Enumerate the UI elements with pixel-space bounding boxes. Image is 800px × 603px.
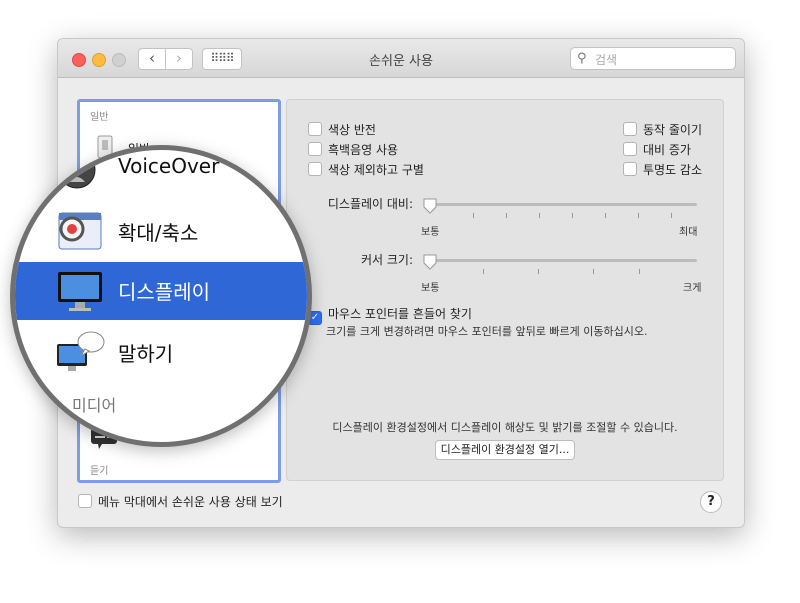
tick [593, 269, 594, 274]
invert-colors-checkbox[interactable]: 색상 반전 [308, 121, 376, 138]
magnifier-overlay: VoiceOver 확대/축소 디스플레이 말하기 미디어 [10, 145, 312, 447]
differentiate-checkbox[interactable]: 색상 제외하고 구별 [308, 161, 424, 178]
tick [639, 269, 640, 274]
cursor-size-track[interactable] [425, 259, 697, 262]
checkbox-box[interactable] [78, 494, 92, 508]
tick [473, 213, 474, 218]
mag-item-speech[interactable]: 말하기 [15, 324, 307, 382]
tick [638, 213, 639, 218]
tick [605, 213, 606, 218]
cursor-min-label: 보통 [421, 283, 440, 294]
invert-colors-label: 색상 반전 [328, 123, 376, 137]
cursor-max-label: 크게 [683, 283, 702, 294]
tick [539, 213, 540, 218]
mag-item-label: 말하기 [118, 342, 174, 366]
contrast-max-label: 최대 [679, 227, 698, 238]
mag-item-display[interactable]: 디스플레이 [15, 262, 307, 320]
contrast-slider-track[interactable] [425, 203, 697, 206]
checkbox-box[interactable] [308, 142, 322, 156]
increase-contrast-label: 대비 증가 [643, 143, 691, 157]
checkbox-box[interactable] [623, 122, 637, 136]
speech-icon [55, 330, 105, 376]
contrast-slider-label: 디스플레이 대비: [327, 197, 413, 211]
tick [671, 213, 672, 218]
menu-bar-status-label: 메뉴 막대에서 손쉬운 사용 상태 보기 [98, 495, 283, 509]
open-display-prefs-button[interactable]: 디스플레이 환경설정 열기... [435, 440, 575, 460]
checkbox-box[interactable] [623, 142, 637, 156]
mag-item-label: VoiceOver [118, 154, 220, 178]
zoom-icon [55, 209, 105, 255]
shake-cursor-description: 크기를 크게 변경하려면 마우스 포인터를 앞뒤로 빠르게 이동하십시오. [326, 325, 648, 338]
sidebar-header-general: 일반 [90, 112, 109, 123]
mag-header-media: 미디어 [72, 396, 117, 415]
contrast-min-label: 보통 [421, 227, 440, 238]
display-settings-panel: 색상 반전 흑백음영 사용 색상 제외하고 구별 동작 줄이기 대비 증가 투명… [286, 99, 724, 481]
cursor-size-thumb[interactable] [423, 254, 437, 270]
mag-item-label: 확대/축소 [118, 221, 199, 245]
checkbox-box[interactable] [308, 122, 322, 136]
reduce-motion-checkbox[interactable]: 동작 줄이기 [623, 121, 702, 138]
shake-cursor-checkbox[interactable]: ✓ 마우스 포인터를 흔들어 찾기 [308, 305, 472, 325]
sidebar-header-hearing: 듣기 [90, 466, 109, 477]
reduce-motion-label: 동작 줄이기 [643, 123, 703, 137]
display-prefs-info: 디스플레이 환경설정에서 디스플레이 해상도 및 밝기를 조절할 수 있습니다. [332, 421, 678, 434]
voiceover-icon [55, 150, 105, 192]
checkbox-box[interactable] [308, 162, 322, 176]
help-button[interactable]: ? [700, 491, 722, 513]
title-bar: ‹ › ⠿⠿⠿ 손쉬운 사용 ⚲ 검색 [58, 39, 744, 78]
display-icon [55, 268, 105, 314]
differentiate-label: 색상 제외하고 구별 [328, 163, 424, 177]
reduce-transparency-checkbox[interactable]: 투명도 감소 [623, 161, 702, 178]
contrast-slider-thumb[interactable] [423, 198, 437, 214]
search-icon: ⚲ [577, 51, 587, 66]
reduce-transparency-label: 투명도 감소 [643, 163, 703, 177]
mag-item-label: 디스플레이 [118, 280, 210, 304]
tick [483, 269, 484, 274]
cursor-size-label: 커서 크기: [360, 253, 413, 267]
menu-bar-status-checkbox[interactable]: 메뉴 막대에서 손쉬운 사용 상태 보기 [78, 493, 283, 510]
shake-cursor-label: 마우스 포인터를 흔들어 찾기 [328, 307, 472, 321]
search-field[interactable]: ⚲ 검색 [570, 47, 736, 70]
checkbox-box[interactable] [623, 162, 637, 176]
grayscale-label: 흑백음영 사용 [328, 143, 399, 157]
tick [538, 269, 539, 274]
mag-item-voiceover[interactable]: VoiceOver [15, 150, 307, 198]
mag-item-zoom[interactable]: 확대/축소 [15, 203, 307, 261]
grayscale-checkbox[interactable]: 흑백음영 사용 [308, 141, 398, 158]
increase-contrast-checkbox[interactable]: 대비 증가 [623, 141, 691, 158]
search-placeholder: 검색 [595, 53, 618, 67]
tick [572, 213, 573, 218]
tick [506, 213, 507, 218]
